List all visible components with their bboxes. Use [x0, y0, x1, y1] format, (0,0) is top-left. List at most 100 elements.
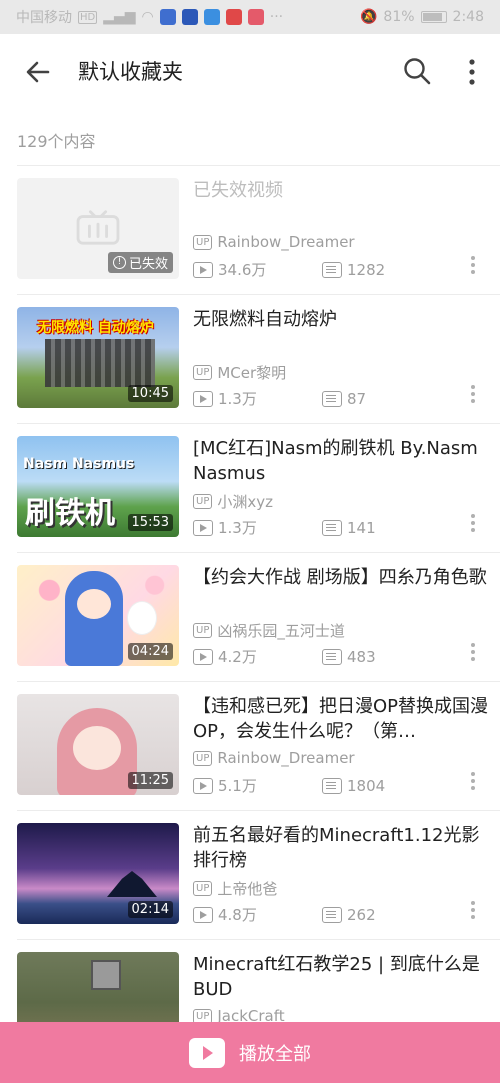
- danmaku-icon: [322, 519, 342, 536]
- video-title[interactable]: 前五名最好看的Minecraft1.12光影排行榜: [193, 823, 493, 873]
- app-notification-icon-4: [225, 9, 242, 25]
- video-thumbnail[interactable]: 04:24: [17, 565, 179, 666]
- video-title[interactable]: 【违和感已死】把日漫OP替换成国漫OP，会发生什么呢？（第…: [193, 694, 493, 744]
- thumbnail-scene: [45, 339, 155, 387]
- play-all-label: 播放全部: [239, 1043, 311, 1065]
- thumbnail-caption: 无限燃料 自动熔炉: [37, 320, 154, 336]
- list-item[interactable]: 02:14 前五名最好看的Minecraft1.12光影排行榜 UP 上帝他爸 4…: [17, 811, 500, 940]
- list-item[interactable]: 11:25 【违和感已死】把日漫OP替换成国漫OP，会发生什么呢？（第… UP R…: [17, 682, 500, 811]
- play-all-button[interactable]: 播放全部: [0, 1022, 500, 1083]
- clock: 2:48: [452, 9, 484, 25]
- play-count-icon: [193, 390, 213, 407]
- view-count: 5.1万: [218, 777, 257, 795]
- stats-row: 34.6万 1282: [193, 259, 385, 280]
- toolbar: 默认收藏夹: [0, 34, 500, 110]
- danmaku-count: 141: [347, 518, 376, 537]
- more-vertical-icon[interactable]: [460, 58, 484, 86]
- item-more-icon[interactable]: [470, 901, 476, 921]
- anime-face: [73, 726, 121, 770]
- video-title[interactable]: [MC红石]Nasm的刷铁机 By.Nasm Nasmus: [193, 436, 493, 486]
- uploader-row: UP MCer黎明: [193, 362, 286, 383]
- video-thumbnail[interactable]: Nasm Nasmus 刷铁机 15:53: [17, 436, 179, 537]
- item-more-icon[interactable]: [470, 643, 476, 663]
- battery-percent: 81%: [383, 9, 415, 25]
- uploader-row: UP 上帝他爸: [193, 878, 277, 899]
- list-item[interactable]: 无限燃料 自动熔炉 10:45 无限燃料自动熔炉 UP MCer黎明 1.3万 8…: [17, 295, 500, 424]
- duration-label: 02:14: [127, 901, 173, 918]
- item-more-icon[interactable]: [470, 256, 476, 276]
- view-count: 34.6万: [218, 261, 267, 279]
- view-count: 1.3万: [218, 519, 257, 537]
- play-count-icon: [193, 261, 213, 278]
- up-badge: UP: [193, 494, 213, 509]
- anime-face: [77, 589, 111, 619]
- up-badge: UP: [193, 881, 213, 896]
- item-more-icon[interactable]: [470, 772, 476, 792]
- uploader-name: Rainbow_Dreamer: [217, 749, 355, 767]
- video-title[interactable]: 【约会大作战 剧场版】四糸乃角色歌: [193, 565, 493, 590]
- video-thumbnail[interactable]: ! 已失效: [17, 178, 179, 279]
- status-bar: 中国移动 HD ▂▄▆ ◠ ··· 🔕 81% 2:48: [0, 0, 500, 34]
- back-arrow-icon[interactable]: [24, 58, 52, 86]
- hd-badge: HD: [78, 10, 98, 24]
- danmaku-count: 262: [347, 905, 376, 924]
- thumbnail-scene: [91, 960, 121, 990]
- stats-row: 4.8万 262: [193, 904, 376, 925]
- uploader-name: Rainbow_Dreamer: [217, 233, 355, 251]
- view-count: 4.2万: [218, 648, 257, 666]
- thumbnail-scene: [107, 871, 157, 897]
- carrier-label: 中国移动: [16, 10, 72, 26]
- uploader-row: UP Rainbow_Dreamer: [193, 749, 355, 767]
- stats-row: 1.3万 87: [193, 388, 366, 409]
- app-notification-icon-3: [203, 9, 220, 25]
- video-title[interactable]: 无限燃料自动熔炉: [193, 307, 493, 332]
- search-icon[interactable]: [402, 56, 432, 86]
- danmaku-count: 1804: [347, 776, 386, 795]
- video-title[interactable]: 已失效视频: [193, 178, 493, 203]
- rabbit-puppet-image: [127, 601, 157, 635]
- video-thumbnail[interactable]: 无限燃料 自动熔炉 10:45: [17, 307, 179, 408]
- list-item[interactable]: ! 已失效 已失效视频 UP Rainbow_Dreamer 34.6万 1282: [17, 166, 500, 295]
- uploader-name: 凶祸乐园_五河士道: [217, 622, 345, 640]
- expired-badge: ! 已失效: [107, 252, 173, 273]
- danmaku-icon: [322, 906, 342, 923]
- duration-label: 04:24: [127, 643, 173, 660]
- app-notification-icon-2: [181, 9, 198, 25]
- stats-row: 5.1万 1804: [193, 775, 385, 796]
- thumbnail-caption-big: 刷铁机: [25, 496, 115, 531]
- play-count-icon: [193, 906, 213, 923]
- view-count: 4.8万: [218, 906, 257, 924]
- signal-icon: ▂▄▆: [103, 9, 136, 25]
- item-more-icon[interactable]: [470, 385, 476, 405]
- overflow-dots-icon: ···: [269, 9, 284, 25]
- app-notification-icon-1: [159, 9, 176, 25]
- stats-row: 1.3万 141: [193, 517, 376, 538]
- mute-icon: 🔕: [359, 9, 378, 25]
- danmaku-count: 483: [347, 647, 376, 666]
- video-thumbnail[interactable]: 11:25: [17, 694, 179, 795]
- up-badge: UP: [193, 365, 213, 380]
- list-item[interactable]: Nasm Nasmus 刷铁机 15:53 [MC红石]Nasm的刷铁机 By.…: [17, 424, 500, 553]
- view-count: 1.3万: [218, 390, 257, 408]
- list-item[interactable]: 04:24 【约会大作战 剧场版】四糸乃角色歌 UP 凶祸乐园_五河士道 4.2万…: [17, 553, 500, 682]
- uploader-name: MCer黎明: [217, 364, 287, 382]
- danmaku-count: 1282: [347, 260, 386, 279]
- video-list: ! 已失效 已失效视频 UP Rainbow_Dreamer 34.6万 1282…: [0, 166, 500, 1069]
- play-tv-icon: [189, 1037, 225, 1068]
- video-title[interactable]: Minecraft红石教学25 | 到底什么是BUD: [193, 952, 493, 1002]
- item-more-icon[interactable]: [470, 514, 476, 534]
- uploader-name: 上帝他爸: [217, 880, 278, 898]
- duration-label: 10:45: [127, 385, 173, 402]
- battery-icon: [420, 11, 447, 23]
- uploader-row: UP Rainbow_Dreamer: [193, 233, 355, 251]
- danmaku-icon: [322, 777, 342, 794]
- play-count-icon: [193, 777, 213, 794]
- duration-label: 11:25: [127, 772, 173, 789]
- up-badge: UP: [193, 234, 213, 250]
- up-badge: UP: [193, 750, 213, 766]
- thumbnail-caption-top: Nasm Nasmus: [23, 456, 135, 472]
- video-thumbnail[interactable]: 02:14: [17, 823, 179, 924]
- play-count-icon: [193, 648, 213, 665]
- app-notification-icon-5: [247, 9, 264, 25]
- danmaku-icon: [322, 390, 342, 407]
